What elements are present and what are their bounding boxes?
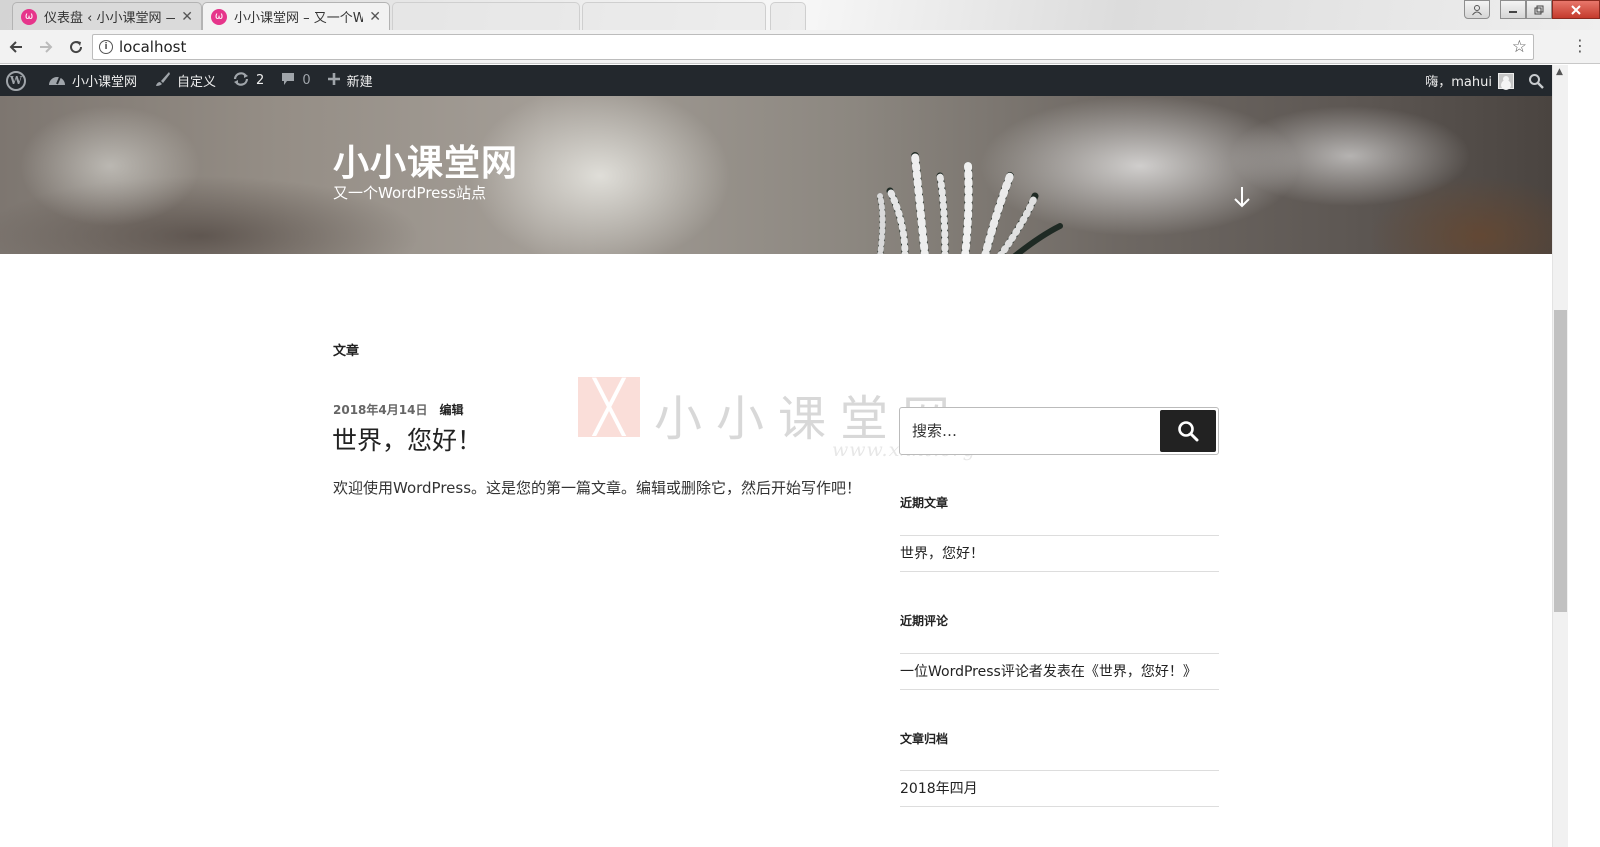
adminbar-account[interactable]: 嗨，mahui <box>1418 65 1521 96</box>
edit-post-link[interactable]: 编辑 <box>439 401 463 418</box>
recent-comments-title: 近期评论 <box>900 614 949 628</box>
browser-tabstrip: ω 仪表盘 ‹ 小小课堂网 — W ✕ ω 小小课堂网 – 又一个Wo ✕ <box>0 0 1600 30</box>
tab-close-icon[interactable]: ✕ <box>369 9 381 25</box>
adminbar-search[interactable] <box>1521 65 1552 96</box>
watermark-logo-icon: ╳ <box>578 377 640 437</box>
site-name-label: 小小课堂网 <box>72 75 138 90</box>
post-meta: 2018年4月14日 编辑 <box>333 401 463 418</box>
search-button[interactable] <box>1160 410 1216 452</box>
avatar <box>1498 72 1514 89</box>
window-close-icon[interactable] <box>1552 0 1600 19</box>
tab-blurred[interactable] <box>582 2 766 30</box>
dashboard-icon <box>48 71 66 90</box>
comments-count: 0 <box>302 73 311 88</box>
adminbar-comments[interactable]: 0 <box>273 65 317 96</box>
divider <box>900 535 1219 536</box>
search-input[interactable]: 搜索… <box>912 420 957 441</box>
divider <box>900 806 1219 807</box>
page-scrollbar[interactable]: ▲ <box>1552 65 1568 847</box>
post-date[interactable]: 2018年4月14日 <box>333 401 427 418</box>
site-header-hero: 小小课堂网 又一个WordPress站点 <box>0 96 1552 254</box>
browser-menu-icon[interactable]: ⋮ <box>1572 38 1588 54</box>
forward-arrow-icon[interactable] <box>32 33 60 61</box>
wordpress-favicon-icon: ω <box>211 8 227 25</box>
plus-icon <box>327 71 341 90</box>
browser-right-gutter <box>1568 65 1600 847</box>
minimize-icon[interactable] <box>1500 0 1526 19</box>
wordpress-favicon-icon: ω <box>21 8 37 25</box>
restore-icon[interactable] <box>1526 0 1552 19</box>
address-bar[interactable]: i localhost ☆ <box>92 34 1534 60</box>
divider <box>900 770 1219 771</box>
new-tab-button[interactable] <box>770 2 806 30</box>
wordpress-logo-menu[interactable]: W <box>0 65 33 96</box>
info-icon[interactable]: i <box>99 40 113 54</box>
adminbar-new[interactable]: 新建 <box>320 65 380 96</box>
browser-toolbar: i localhost ☆ ⋮ <box>0 30 1600 64</box>
site-title[interactable]: 小小课堂网 <box>333 134 518 186</box>
divider <box>900 571 1219 572</box>
adminbar-site-name[interactable]: 小小课堂网 <box>41 65 144 96</box>
adminbar-customize[interactable]: 自定义 <box>148 65 223 96</box>
archive-link[interactable]: 2018年四月 <box>900 778 978 798</box>
paintbrush-icon <box>155 71 171 91</box>
adminbar-updates[interactable]: 2 <box>225 65 271 96</box>
tab-close-icon[interactable]: ✕ <box>181 9 193 25</box>
recent-post-link[interactable]: 世界，您好！ <box>900 543 984 563</box>
comment-bubble-icon <box>280 71 296 91</box>
customize-label: 自定义 <box>177 75 217 90</box>
tab-blurred[interactable] <box>392 2 580 30</box>
bookmark-star-icon[interactable]: ☆ <box>1512 37 1527 57</box>
profile-icon[interactable] <box>1464 0 1490 19</box>
search-icon <box>1178 421 1199 442</box>
tab-dashboard[interactable]: ω 仪表盘 ‹ 小小课堂网 — W ✕ <box>12 2 202 30</box>
header-plant-image <box>877 152 1063 254</box>
tab-title: 仪表盘 ‹ 小小课堂网 — W <box>44 11 175 26</box>
scrollbar-thumb[interactable] <box>1554 310 1567 612</box>
back-arrow-icon[interactable] <box>2 33 30 61</box>
divider <box>900 689 1219 690</box>
post-content: 欢迎使用WordPress。这是您的第一篇文章。编辑或删除它，然后开始写作吧！ <box>333 479 862 497</box>
tab-title: 小小课堂网 – 又一个Wo <box>234 11 364 26</box>
page-heading: 文章 <box>333 344 360 359</box>
updates-icon <box>232 71 250 91</box>
scroll-up-arrow-icon[interactable]: ▲ <box>1556 67 1563 77</box>
wordpress-logo-icon: W <box>6 70 26 91</box>
recent-comment-link[interactable]: 一位WordPress评论者发表在《世界，您好！》 <box>900 661 1197 681</box>
tab-site[interactable]: ω 小小课堂网 – 又一个Wo ✕ <box>202 2 390 30</box>
updates-count: 2 <box>256 73 265 88</box>
archives-title: 文章归档 <box>900 732 949 746</box>
sidebar-search-form: 搜索… <box>899 407 1219 455</box>
greeting-label: 嗨，mahui <box>1425 75 1492 90</box>
adminbar-secondary: 嗨，mahui <box>1418 65 1552 96</box>
divider <box>900 653 1219 654</box>
scroll-down-arrow-icon[interactable] <box>1233 186 1251 214</box>
site-description: 又一个WordPress站点 <box>333 184 487 202</box>
reload-icon[interactable] <box>62 33 90 61</box>
recent-posts-title: 近期文章 <box>900 496 949 510</box>
wp-admin-bar: W 小小课堂网 自定义 2 0 新建 嗨，mahui <box>0 65 1552 96</box>
address-text[interactable]: localhost <box>119 38 186 56</box>
search-icon <box>1529 73 1544 89</box>
window-controls <box>1464 0 1600 19</box>
new-label: 新建 <box>346 75 373 90</box>
post-title[interactable]: 世界，您好！ <box>332 421 482 457</box>
